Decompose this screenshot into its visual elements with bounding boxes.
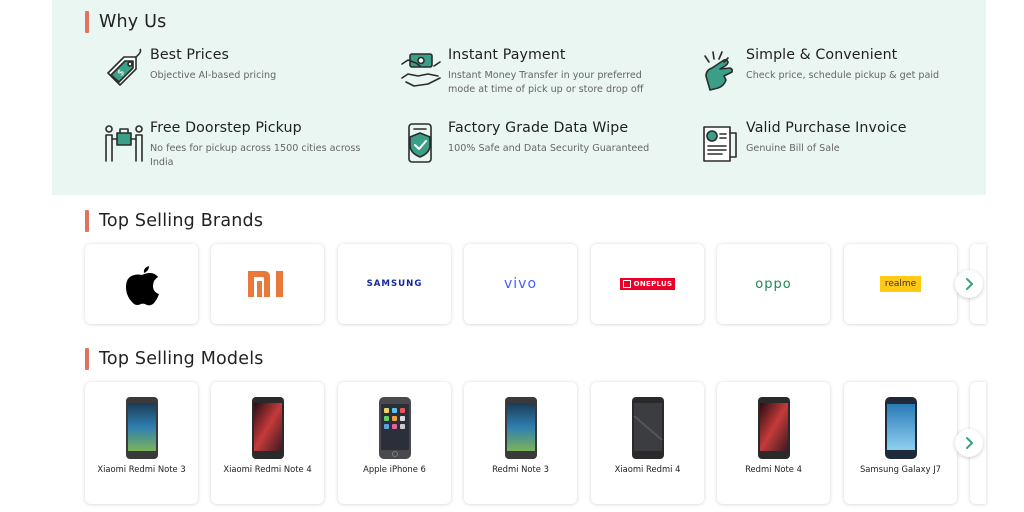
model-card[interactable]: Redmi Note 4 [717, 382, 830, 504]
heading-accent-bar [85, 348, 89, 370]
feature-desc: Objective AI-based pricing [150, 69, 276, 83]
oneplus-logo: ONEPLUS [619, 278, 676, 290]
feature-best-prices: $ Best Prices Objective AI-based pricing [100, 46, 276, 94]
brand-card-vivo[interactable]: vivo [464, 244, 577, 324]
phone-image [757, 397, 790, 459]
model-card[interactable]: Apple iPhone 6 [338, 382, 451, 504]
brand-card-samsung[interactable]: SAMSUNG [338, 244, 451, 324]
feature-valid-invoice: Valid Purchase Invoice Genuine Bill of S… [696, 119, 907, 167]
brand-card-realme[interactable]: realme [844, 244, 957, 324]
model-card[interactable]: Samsung Galaxy J7 [844, 382, 957, 504]
mi-logo-icon [245, 269, 290, 299]
invoice-icon [696, 119, 744, 167]
chevron-right-icon [966, 278, 973, 290]
heading-accent-bar [85, 210, 89, 232]
feature-title: Simple & Convenient [746, 47, 898, 63]
feature-desc: Check price, schedule pickup & get paid [746, 69, 939, 83]
model-card[interactable]: Xiaomi Redmi 4 [591, 382, 704, 504]
feature-desc-line: mode at time of pick up or store drop of… [448, 84, 644, 95]
realme-logo-text: realme [879, 276, 922, 292]
model-name: Redmi Note 4 [745, 464, 802, 474]
brands-next-button[interactable] [955, 270, 983, 298]
chevron-right-icon [966, 437, 973, 449]
feature-desc: Instant Money Transfer in your preferred… [448, 69, 643, 97]
feature-desc: Genuine Bill of Sale [746, 142, 907, 156]
feature-title: Factory Grade Data Wipe [448, 120, 629, 136]
model-name: Xiaomi Redmi 4 [614, 464, 681, 474]
oneplus-square-icon [622, 280, 631, 288]
payment-hand-icon [398, 46, 446, 94]
phone-image [631, 397, 664, 459]
feature-desc-line: Genuine Bill of Sale [746, 143, 840, 154]
feature-simple-convenient: Simple & Convenient Check price, schedul… [696, 46, 939, 94]
feature-desc: 100% Safe and Data Security Guaranteed [448, 142, 649, 156]
brand-card-mi[interactable] [211, 244, 324, 324]
phone-image [251, 397, 284, 459]
phone-image [125, 397, 158, 459]
model-name: Xiaomi Redmi Note 4 [223, 464, 312, 474]
models-carousel: Xiaomi Redmi Note 3 Xiaomi Redmi Note 4 … [85, 382, 986, 504]
phone-shield-icon [398, 119, 446, 167]
phone-image [884, 397, 917, 459]
feature-data-wipe: Factory Grade Data Wipe 100% Safe and Da… [398, 119, 649, 167]
feature-title: Valid Purchase Invoice [746, 120, 907, 136]
feature-desc-line: Check price, schedule pickup & get paid [746, 70, 940, 81]
feature-desc-line: 100% Safe and Data Security Guaranteed [448, 143, 650, 154]
brand-card-apple[interactable] [85, 244, 198, 324]
phone-image [378, 397, 411, 459]
model-card[interactable]: Xiaomi Redmi Note 4 [211, 382, 324, 504]
feature-desc-line: India [150, 157, 174, 168]
brands-title: Top Selling Brands [99, 211, 264, 231]
feature-desc-line: Instant Money Transfer in your preferred [448, 70, 642, 81]
models-title: Top Selling Models [99, 349, 264, 369]
phone-image [504, 397, 537, 459]
feature-desc-line: No fees for pickup across 1500 cities ac… [150, 143, 361, 154]
model-name: Xiaomi Redmi Note 3 [97, 464, 186, 474]
price-tag-icon: $ [100, 46, 148, 94]
feature-instant-payment: Instant Payment Instant Money Transfer i… [398, 46, 643, 97]
apple-logo-icon [125, 266, 159, 306]
feature-title: Free Doorstep Pickup [150, 120, 302, 136]
model-card[interactable]: Redmi Note 3 [464, 382, 577, 504]
doorstep-pickup-icon [100, 119, 148, 167]
model-name: Apple iPhone 6 [363, 464, 426, 474]
brands-heading: Top Selling Brands [85, 210, 263, 232]
heading-accent-bar [85, 11, 89, 33]
models-heading: Top Selling Models [85, 348, 264, 370]
feature-desc-line: Objective AI-based pricing [150, 70, 277, 81]
samsung-logo-text: SAMSUNG [366, 279, 423, 289]
brand-card-oneplus[interactable]: ONEPLUS [591, 244, 704, 324]
snap-fingers-icon [696, 46, 744, 94]
model-name: Redmi Note 3 [492, 464, 549, 474]
models-next-button[interactable] [955, 429, 983, 457]
feature-free-doorstep-pickup: Free Doorstep Pickup No fees for pickup … [100, 119, 360, 170]
model-card[interactable]: Xiaomi Redmi Note 3 [85, 382, 198, 504]
feature-desc: No fees for pickup across 1500 cities ac… [150, 142, 360, 170]
vivo-logo-text: vivo [503, 276, 538, 292]
model-name: Samsung Galaxy J7 [859, 464, 942, 474]
why-us-heading: Why Us [85, 11, 166, 33]
oneplus-logo-text: ONEPLUS [633, 280, 673, 288]
feature-title: Best Prices [150, 47, 230, 63]
feature-title: Instant Payment [448, 47, 566, 63]
oppo-logo-text: oppo [755, 276, 792, 292]
brand-card-oppo[interactable]: oppo [717, 244, 830, 324]
why-us-title: Why Us [99, 12, 167, 32]
brands-carousel: SAMSUNG vivo ONEPLUS oppo realme [85, 244, 986, 324]
